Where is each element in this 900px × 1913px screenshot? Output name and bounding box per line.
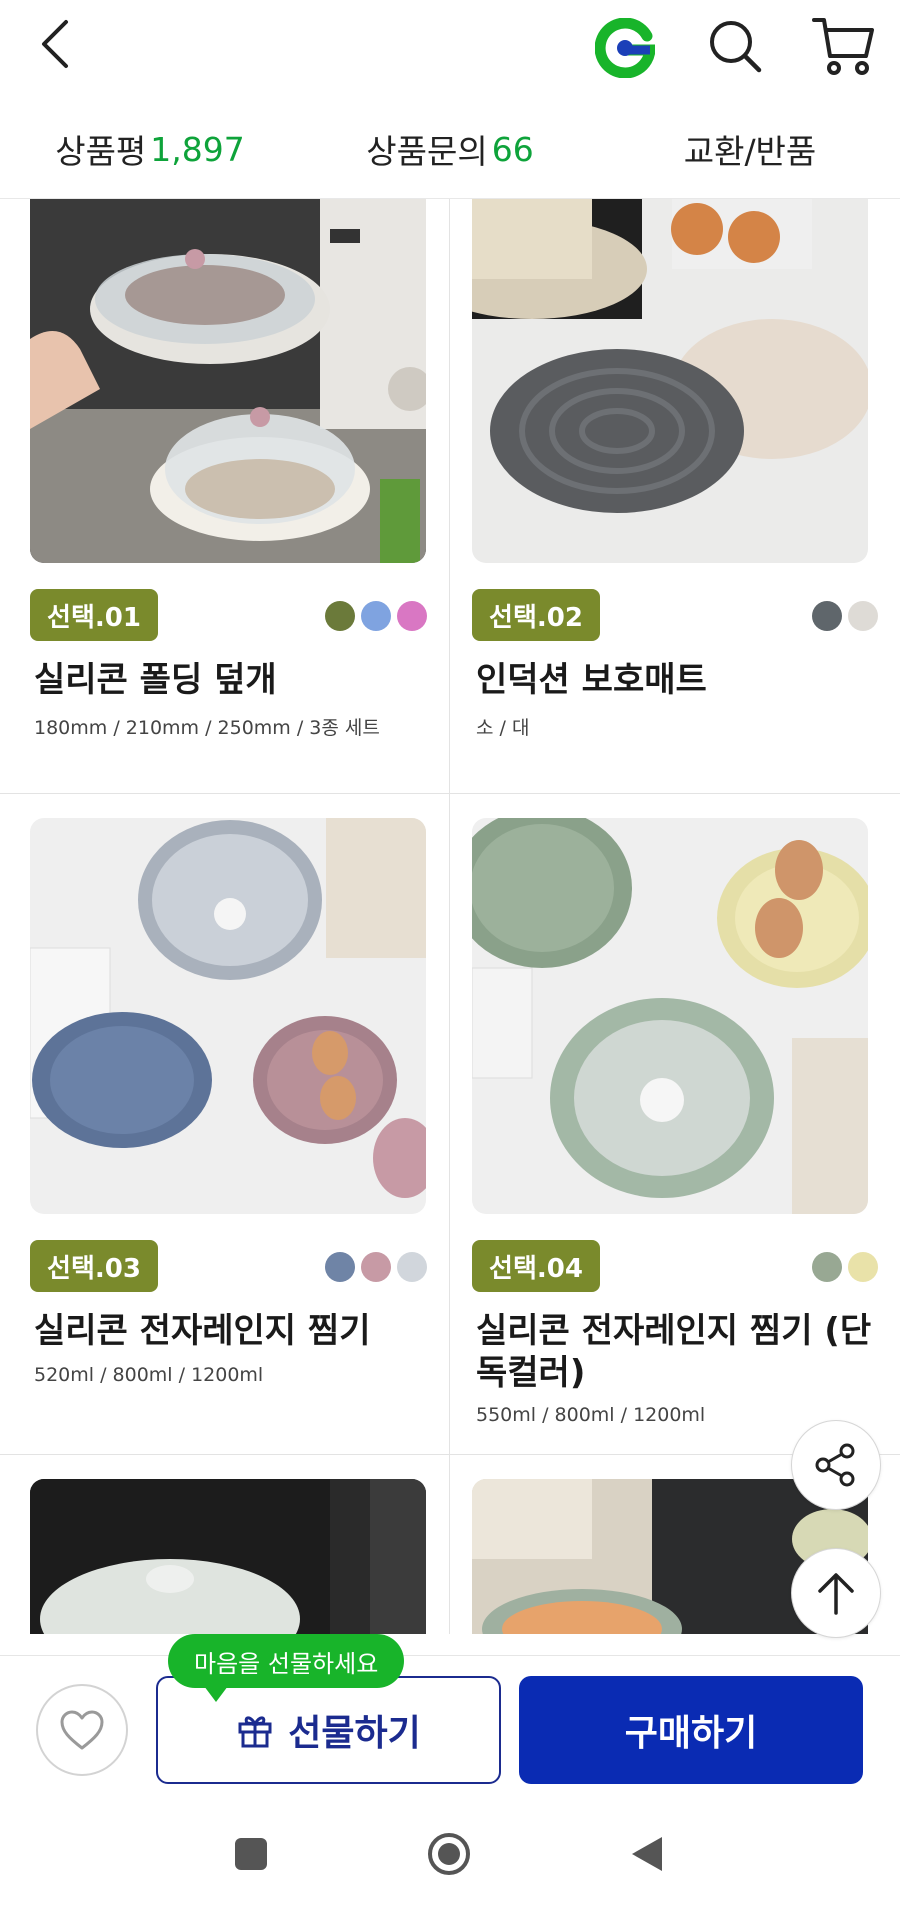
tab-inquiries[interactable]: 상품문의 66 xyxy=(300,108,600,190)
inquiry-count: 66 xyxy=(491,129,534,169)
product-image xyxy=(30,1479,426,1634)
tab-label: 상품문의 xyxy=(366,132,488,171)
product-image-steamer xyxy=(30,818,426,1214)
product-options: 소 / 대 xyxy=(476,717,530,739)
review-count: 1,897 xyxy=(150,129,245,169)
product-name: 실리콘 폴딩 덮개 xyxy=(34,660,277,700)
product-name: 실리콘 전자레인지 찜기 (단독컬러) xyxy=(476,1311,872,1393)
product-name: 실리콘 전자레인지 찜기 xyxy=(34,1311,371,1351)
product-options: 520ml / 800ml / 1200ml xyxy=(34,1364,264,1386)
option-badge: 선택.04 xyxy=(472,1240,600,1292)
cart-icon xyxy=(812,18,874,75)
share-button[interactable] xyxy=(791,1420,881,1510)
product-image-steamer-single xyxy=(472,818,868,1214)
color-swatch[interactable] xyxy=(812,1252,842,1282)
scroll-top-icon xyxy=(818,1573,854,1615)
product-grid: 선택.01 실리콘 폴딩 덮개 180mm / 210mm / 250mm / … xyxy=(0,198,900,1634)
color-swatch[interactable] xyxy=(848,1252,878,1282)
color-swatch[interactable] xyxy=(361,1252,391,1282)
home-icon xyxy=(428,1833,470,1875)
product-row xyxy=(0,1455,900,1634)
tab-label: 상품평 xyxy=(55,132,147,171)
color-swatches xyxy=(812,1252,878,1282)
g-logo[interactable] xyxy=(594,17,656,79)
gift-tooltip: 마음을 선물하세요 xyxy=(168,1634,405,1702)
product-card[interactable]: 선택.02 인덕션 보호매트 소 / 대 xyxy=(450,199,900,793)
back-button[interactable] xyxy=(30,14,80,74)
product-options: 550ml / 800ml / 1200ml xyxy=(476,1404,706,1426)
product-image-lids xyxy=(30,199,426,563)
back-nav-icon xyxy=(632,1837,662,1871)
color-swatch[interactable] xyxy=(397,601,427,631)
color-swatch[interactable] xyxy=(325,1252,355,1282)
system-nav-bar xyxy=(0,1795,900,1913)
detail-tabs: 상품평 1,897 상품문의 66 교환/반품 xyxy=(0,108,900,190)
share-icon xyxy=(815,1443,855,1487)
product-name: 인덕션 보호매트 xyxy=(476,660,707,700)
home-button[interactable] xyxy=(424,1829,474,1879)
color-swatch[interactable] xyxy=(325,601,355,631)
back-icon xyxy=(42,20,68,68)
color-swatch[interactable] xyxy=(812,601,842,631)
scroll-top-button[interactable] xyxy=(791,1548,881,1638)
tab-returns[interactable]: 교환/반품 xyxy=(600,108,900,190)
option-badge: 선택.02 xyxy=(472,589,600,641)
tab-label: 교환/반품 xyxy=(683,132,817,171)
product-card[interactable]: 선택.04 실리콘 전자레인지 찜기 (단독컬러) 550ml / 800ml … xyxy=(450,794,900,1454)
search-icon xyxy=(710,21,762,73)
wishlist-button[interactable] xyxy=(36,1684,128,1776)
back-nav-button[interactable] xyxy=(622,1829,672,1879)
color-swatches xyxy=(325,601,427,631)
buy-button[interactable]: 구매하기 xyxy=(519,1676,863,1784)
product-card[interactable]: 선택.01 실리콘 폴딩 덮개 180mm / 210mm / 250mm / … xyxy=(0,199,450,793)
product-row: 선택.01 실리콘 폴딩 덮개 180mm / 210mm / 250mm / … xyxy=(0,199,900,794)
color-swatch[interactable] xyxy=(361,601,391,631)
heart-icon xyxy=(60,1710,104,1750)
product-card[interactable] xyxy=(0,1455,450,1634)
color-swatches xyxy=(812,601,878,631)
product-image-mats xyxy=(472,199,868,563)
option-badge: 선택.03 xyxy=(30,1240,158,1292)
recent-apps-button[interactable] xyxy=(226,1829,276,1879)
recent-apps-icon xyxy=(235,1838,267,1870)
tab-reviews[interactable]: 상품평 1,897 xyxy=(0,108,300,190)
color-swatch[interactable] xyxy=(397,1252,427,1282)
color-swatches xyxy=(325,1252,427,1282)
color-swatch[interactable] xyxy=(848,601,878,631)
gift-icon xyxy=(238,1716,272,1748)
top-bar xyxy=(0,0,900,92)
option-badge: 선택.01 xyxy=(30,589,158,641)
search-button[interactable] xyxy=(705,16,765,76)
product-card[interactable]: 선택.03 실리콘 전자레인지 찜기 520ml / 800ml / 1200m… xyxy=(0,794,450,1454)
product-options: 180mm / 210mm / 250mm / 3종 세트 xyxy=(34,717,380,739)
cart-button[interactable] xyxy=(810,14,876,78)
gift-label: 선물하기 xyxy=(288,1713,421,1754)
purchase-bar: 선물하기 구매하기 xyxy=(0,1655,900,1795)
product-row: 선택.03 실리콘 전자레인지 찜기 520ml / 800ml / 1200m… xyxy=(0,794,900,1455)
